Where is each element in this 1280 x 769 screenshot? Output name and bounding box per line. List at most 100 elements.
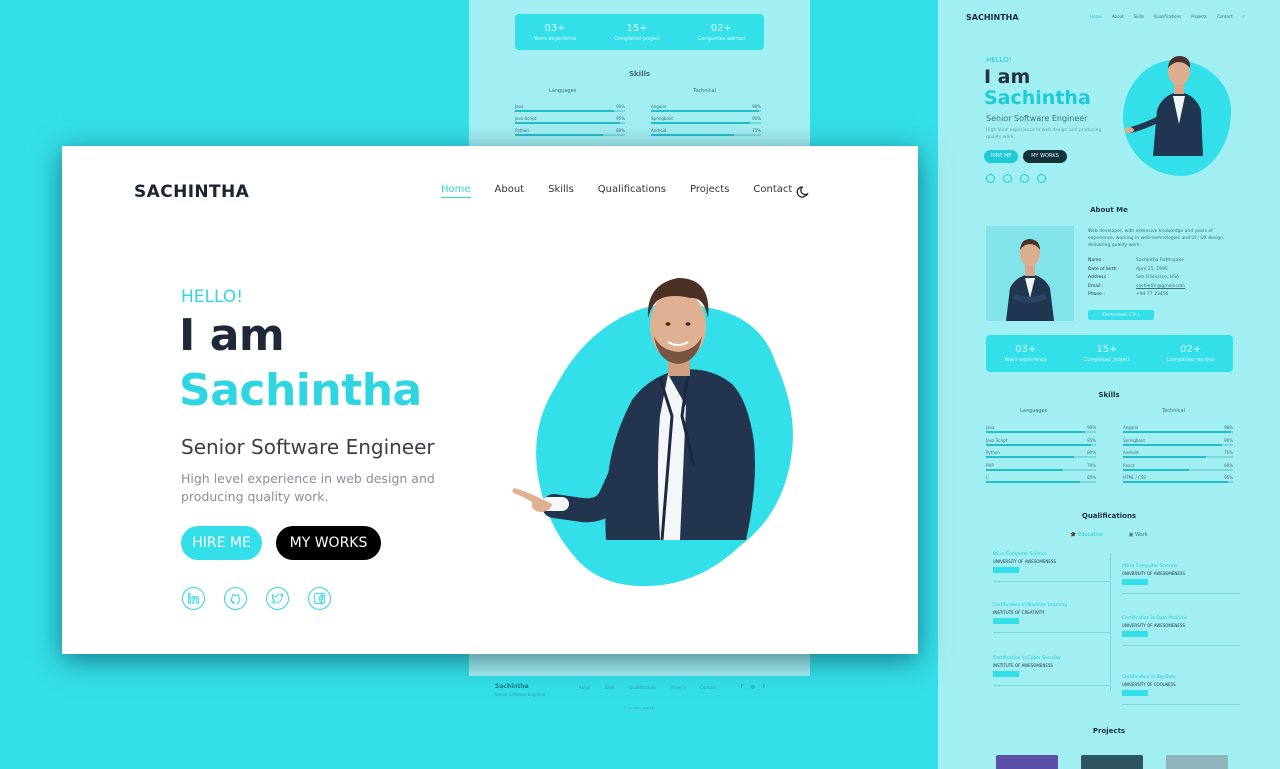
skill-row: Angular 98% bbox=[1123, 425, 1233, 436]
info-value[interactable]: sachinthr@gmail.com bbox=[1136, 283, 1185, 292]
facebook-icon[interactable] bbox=[308, 587, 331, 610]
nav-home[interactable]: Home bbox=[441, 184, 471, 198]
stat-label: Companies worked bbox=[1166, 357, 1215, 363]
facebook-icon[interactable] bbox=[1037, 174, 1046, 183]
info-value: San Francisco, USA bbox=[1136, 275, 1180, 280]
skill-bar-track bbox=[1123, 431, 1233, 433]
stat-item: 03+ Years experience bbox=[534, 23, 577, 42]
person-head bbox=[650, 290, 706, 362]
instagram-icon[interactable]: ◎ bbox=[751, 684, 755, 690]
footer-link[interactable]: Projects bbox=[670, 685, 686, 690]
qual-school: UNIVERSITY OF AWESOMENESS bbox=[1122, 571, 1186, 576]
skill-bar-track bbox=[986, 468, 1096, 471]
side-nav-home[interactable]: Home bbox=[1090, 14, 1102, 19]
footer-link[interactable]: Contact bbox=[700, 685, 716, 690]
twitter-icon[interactable]: t bbox=[763, 684, 765, 690]
twitter-icon[interactable] bbox=[266, 587, 289, 610]
my-works-button[interactable]: MY WORKS bbox=[276, 526, 381, 560]
side-nav: Home About Skills Qualifications Project… bbox=[1090, 14, 1246, 19]
skill-percent: 90% bbox=[616, 104, 625, 109]
nav-contact[interactable]: Contact bbox=[753, 184, 792, 195]
nav-skills[interactable]: Skills bbox=[548, 184, 574, 195]
skill-percent: 80% bbox=[1087, 450, 1096, 455]
skill-row: Python 80% bbox=[986, 450, 1096, 461]
info-label: Name : bbox=[1088, 258, 1105, 263]
side-nav-qualifications[interactable]: Qualifications bbox=[1154, 14, 1181, 19]
project-thumbnail[interactable] bbox=[1166, 755, 1228, 769]
twitter-icon[interactable] bbox=[1020, 174, 1029, 183]
person-eye bbox=[665, 322, 671, 326]
skill-bar-fill bbox=[1123, 456, 1206, 458]
side-socials bbox=[986, 174, 1046, 183]
side-name: Sachintha bbox=[984, 87, 1091, 109]
skill-bar-fill bbox=[1123, 443, 1222, 446]
nav-qualifications[interactable]: Qualifications bbox=[598, 184, 666, 195]
side-nav-contact[interactable]: Contact bbox=[1217, 14, 1233, 19]
skill-bar-fill bbox=[986, 468, 1063, 471]
skill-name: Java Script bbox=[515, 116, 537, 121]
footer-link[interactable]: Qualifications bbox=[629, 685, 656, 690]
qual-school: UNIVERSITY OF AWESOMENESS bbox=[1122, 623, 1186, 628]
nav-about[interactable]: About bbox=[495, 184, 525, 195]
skill-percent: 90% bbox=[1087, 425, 1096, 430]
tab-education-label: Education bbox=[1078, 532, 1104, 538]
qual-school: INSTITUTE OF CREATIVITY bbox=[993, 610, 1045, 615]
skill-bar-fill bbox=[651, 110, 759, 112]
skill-bar-track bbox=[651, 134, 761, 136]
side-qualifications-title: Qualifications bbox=[1081, 512, 1137, 520]
side-iam: I am bbox=[984, 66, 1031, 88]
footer-link[interactable]: About bbox=[579, 685, 591, 690]
qual-year-badge bbox=[993, 567, 1019, 573]
nav-projects[interactable]: Projects bbox=[690, 184, 729, 195]
tab-education[interactable]: 🎓 Education bbox=[1070, 532, 1103, 538]
hire-me-button[interactable]: HIRE ME bbox=[181, 526, 262, 560]
linkedin-icon[interactable] bbox=[986, 174, 995, 183]
side-about-text: Web developer, with extensive knowledge … bbox=[1088, 229, 1225, 248]
info-label: Address : bbox=[1088, 275, 1109, 280]
side-hire-button[interactable]: HIRE ME bbox=[984, 150, 1018, 163]
job-title: Senior Software Engineer bbox=[181, 435, 435, 459]
moon-icon[interactable] bbox=[796, 184, 810, 198]
skill-row: Java Script 95% bbox=[515, 116, 625, 126]
qualification-card: MS in Computer Science UNIVERSITY OF AWES… bbox=[1122, 562, 1240, 594]
project-thumbnail[interactable] bbox=[996, 755, 1058, 769]
skill-bar-fill bbox=[1123, 431, 1231, 433]
skill-bar-track bbox=[986, 456, 1096, 458]
github-icon[interactable] bbox=[224, 587, 247, 610]
download-cv-button[interactable]: Download CV ⤓ bbox=[1088, 310, 1154, 320]
project-thumbnail[interactable] bbox=[1081, 755, 1143, 769]
stat-number: 03+ bbox=[544, 22, 566, 34]
skill-bar-track bbox=[1123, 468, 1233, 471]
skill-name: Java bbox=[515, 104, 524, 109]
qual-title: Certification in Machine Learning bbox=[993, 603, 1068, 608]
qual-title: BS in Computer Science bbox=[993, 552, 1048, 557]
side-languages-title: Languages bbox=[1020, 408, 1048, 414]
graduation-icon: 🎓 bbox=[1070, 532, 1077, 538]
qualification-card: Certification in Machine Learning INSTITU… bbox=[993, 601, 1111, 633]
side-nav-skills[interactable]: Skills bbox=[1134, 14, 1144, 19]
linkedin-icon[interactable] bbox=[182, 587, 205, 610]
skill-name: Android bbox=[1123, 450, 1139, 455]
skill-bar-fill bbox=[651, 122, 750, 124]
info-value: +94 77 23456 bbox=[1136, 292, 1169, 297]
brand-logo[interactable]: SACHINTHA bbox=[134, 182, 249, 202]
qualification-card: Certification in Cyber Security INSTITUTE… bbox=[993, 654, 1111, 686]
intro-line: I am bbox=[179, 310, 285, 361]
github-icon[interactable] bbox=[1003, 174, 1012, 183]
info-label: Date of birth : bbox=[1088, 266, 1120, 272]
footer-link[interactable]: Skills bbox=[605, 685, 615, 690]
skill-row: Java 90% bbox=[986, 425, 1096, 436]
intro-name: Sachintha bbox=[179, 365, 422, 416]
tab-work[interactable]: ▣ Work bbox=[1129, 532, 1148, 538]
side-works-button[interactable]: MY WORKS bbox=[1023, 150, 1067, 163]
side-nav-projects[interactable]: Projects bbox=[1191, 14, 1207, 19]
stat-number: 15+ bbox=[1096, 344, 1118, 355]
technical-title: Technical bbox=[693, 88, 716, 94]
side-nav-about[interactable]: About bbox=[1112, 14, 1124, 19]
side-about-photo bbox=[986, 226, 1074, 321]
qualification-card: Certification in Data Analysis UNIVERSITY… bbox=[1122, 614, 1240, 646]
skill-bar-track bbox=[986, 431, 1096, 433]
facebook-icon[interactable]: f bbox=[741, 684, 743, 690]
stat-label: Completed project bbox=[613, 35, 661, 42]
moon-icon[interactable]: ☾ bbox=[1243, 14, 1247, 19]
